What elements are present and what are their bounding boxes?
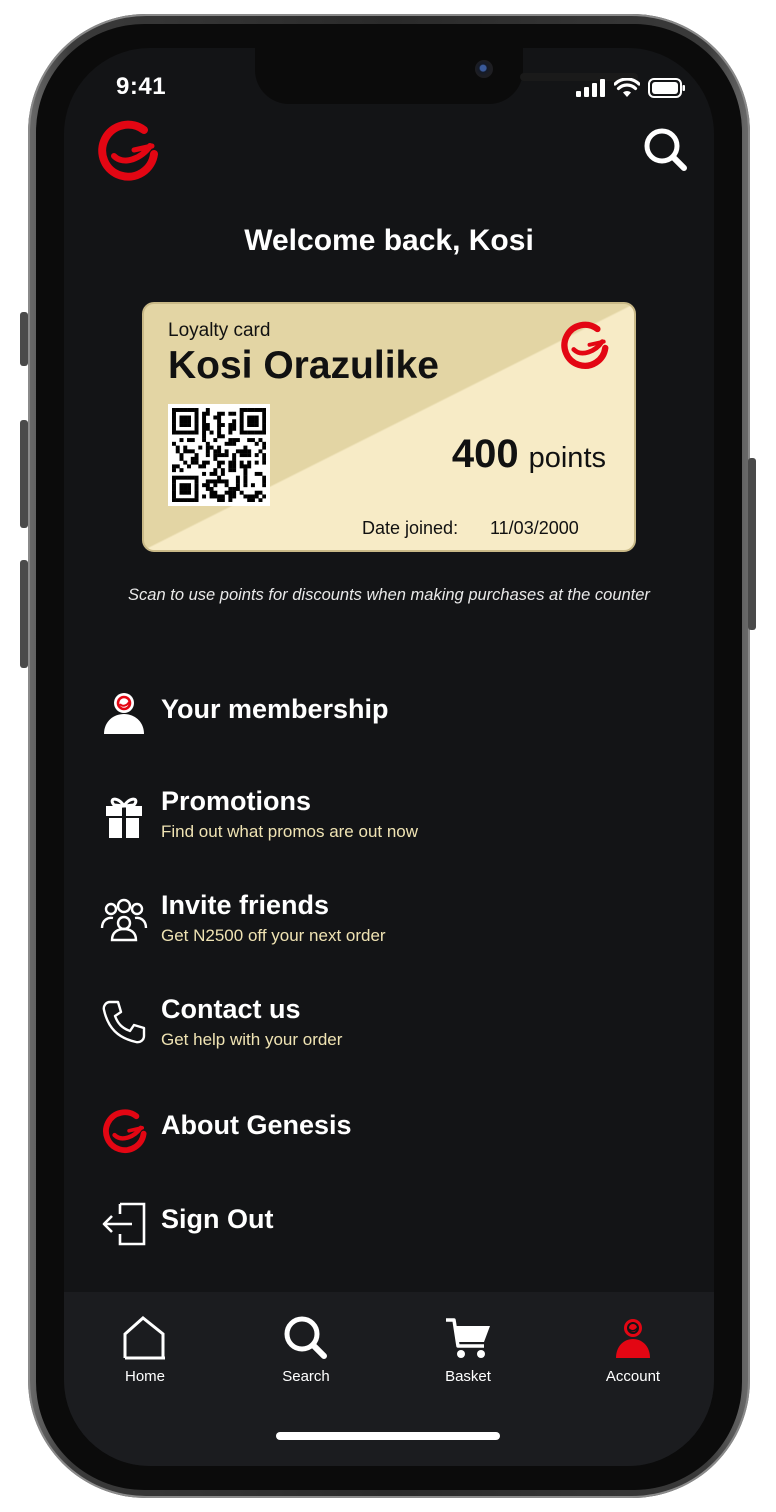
tab-label: Home — [124, 1368, 165, 1385]
status-time: 9:41 — [116, 73, 167, 100]
menu-title: Promotions — [161, 786, 312, 816]
menu-invite-friends[interactable]: Invite friends Get N2500 off your next o… — [100, 890, 680, 950]
sign-out-icon — [102, 1202, 146, 1246]
menu-subtitle: Get help with your order — [161, 1030, 343, 1049]
loyalty-card[interactable]: Loyalty card Kosi Orazulike 400 points D… — [142, 302, 636, 552]
account-icon — [616, 1319, 650, 1358]
tab-label: Basket — [445, 1368, 491, 1385]
status-icons — [576, 78, 686, 98]
menu-title: Your membership — [161, 694, 389, 724]
tab-label: Search — [282, 1368, 330, 1385]
welcome-heading: Welcome back, Kosi — [244, 224, 534, 257]
menu-sign-out[interactable]: Sign Out — [100, 1196, 680, 1252]
app-screen: 9:41 Welcome back, Kosi Loyalty card Kos — [64, 48, 714, 1466]
phone-icon — [102, 1000, 146, 1044]
tab-search[interactable]: Search — [251, 1314, 361, 1385]
menu-title: Sign Out — [161, 1204, 274, 1234]
wifi-icon — [614, 78, 640, 97]
points-value: 400 — [451, 432, 519, 476]
date-joined-value: 11/03/2000 — [490, 518, 579, 538]
points-display: 400 points — [452, 432, 606, 477]
signal-icon — [576, 79, 605, 97]
menu-title: Contact us — [161, 994, 301, 1024]
volume-up-button — [20, 420, 28, 528]
card-kicker: Loyalty card — [168, 320, 271, 341]
camera — [475, 60, 493, 78]
cart-icon — [446, 1318, 490, 1358]
menu-about-genesis[interactable]: About Genesis — [100, 1102, 680, 1158]
date-joined-label: Date joined: — [362, 518, 459, 538]
volume-down-button — [20, 560, 28, 668]
genesis-logo-icon[interactable] — [94, 116, 160, 182]
tab-label: Account — [605, 1368, 661, 1385]
tab-home[interactable]: Home — [90, 1314, 200, 1385]
scan-note: Scan to use points for discounts when ma… — [128, 586, 650, 604]
home-icon — [123, 1316, 165, 1360]
genesis-logo-icon — [561, 321, 609, 369]
power-button — [748, 458, 756, 630]
qr-code — [168, 404, 270, 506]
tab-bar: Home Search Basket Account — [64, 1292, 714, 1466]
search-icon[interactable] — [642, 126, 688, 172]
search-icon — [284, 1316, 327, 1359]
menu-subtitle: Get N2500 off your next order — [161, 926, 386, 945]
menu-title: About Genesis — [161, 1110, 352, 1140]
mute-switch — [20, 312, 28, 366]
menu-subtitle: Find out what promos are out now — [161, 822, 419, 841]
genesis-logo-icon — [103, 1109, 147, 1153]
notch — [255, 48, 638, 104]
tab-basket[interactable]: Basket — [413, 1314, 523, 1385]
menu-contact-us[interactable]: Contact us Get help with your order — [100, 994, 680, 1054]
home-indicator[interactable] — [276, 1432, 500, 1440]
tab-account[interactable]: Account — [578, 1314, 688, 1385]
card-holder-name: Kosi Orazulike — [168, 344, 439, 387]
points-unit: points — [528, 442, 606, 474]
member-icon — [104, 693, 144, 734]
menu-your-membership[interactable]: Your membership — [100, 684, 680, 740]
gift-icon — [106, 797, 142, 838]
friends-icon — [100, 898, 148, 942]
menu-title: Invite friends — [161, 890, 330, 920]
menu-promotions[interactable]: Promotions Find out what promos are out … — [100, 786, 680, 846]
battery-icon — [648, 78, 685, 98]
